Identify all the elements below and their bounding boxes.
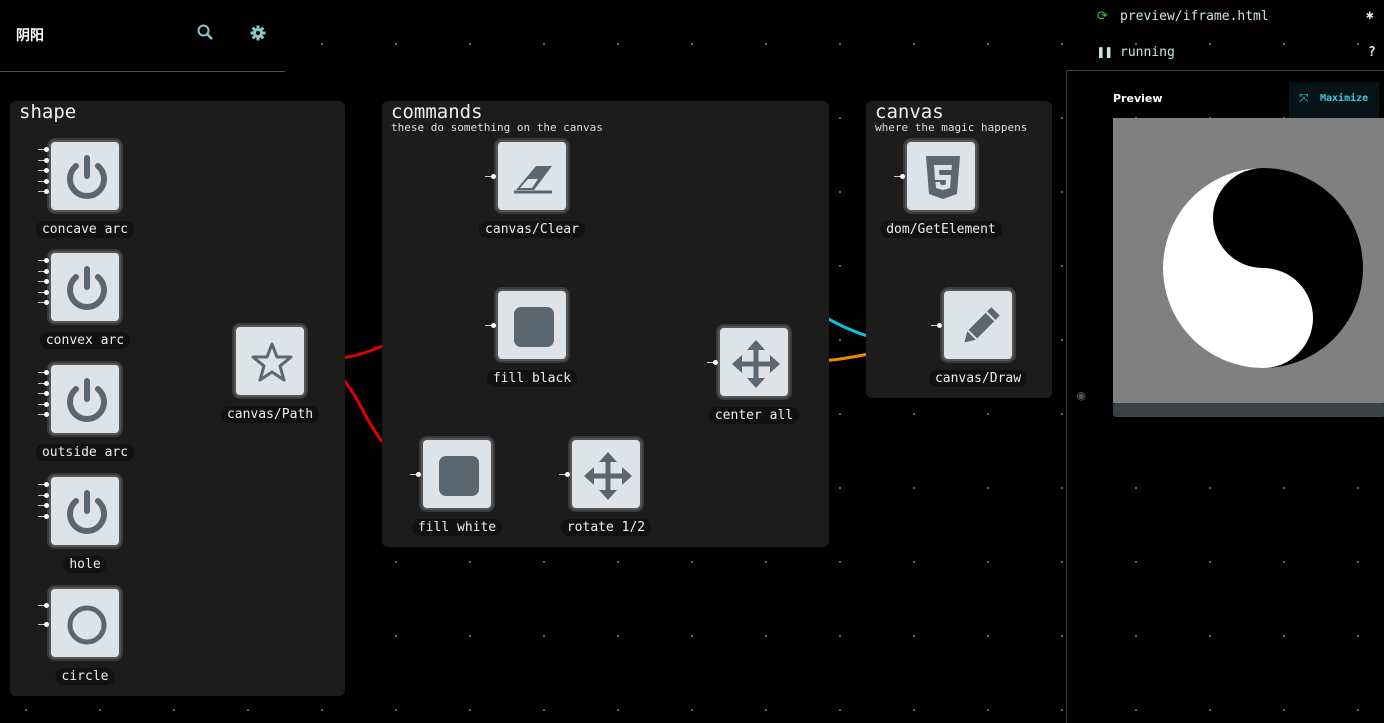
- node-label: concave arc: [35, 221, 135, 238]
- node-getel[interactable]: [905, 140, 977, 212]
- preview-frame: [1113, 118, 1384, 403]
- input-port[interactable]: [565, 472, 570, 477]
- preview-panel: Preview ⤧ Maximize ◉: [1066, 70, 1384, 723]
- node-label: fill white: [411, 519, 503, 536]
- yin-yang-image: [1163, 168, 1363, 368]
- input-port[interactable]: [491, 174, 496, 179]
- input-port[interactable]: [937, 323, 942, 328]
- input-port[interactable]: [44, 622, 49, 627]
- node-draw[interactable]: [942, 289, 1014, 361]
- top-bar: 阴阳: [0, 0, 285, 72]
- node-label: convex arc: [39, 332, 131, 349]
- group-subtitle: these do something on the canvas: [391, 121, 603, 134]
- node-outside[interactable]: [49, 363, 121, 435]
- input-port[interactable]: [44, 147, 49, 152]
- group-title: shape: [19, 101, 77, 123]
- node-label: rotate 1/2: [560, 519, 652, 536]
- input-port[interactable]: [44, 300, 49, 305]
- input-port[interactable]: [44, 370, 49, 375]
- search-icon[interactable]: [197, 24, 213, 44]
- node-label: center all: [708, 407, 800, 424]
- group-subtitle: where the magic happens: [875, 121, 1028, 134]
- pause-icon[interactable]: ❚❚: [1097, 45, 1113, 60]
- node-fillblack[interactable]: [496, 289, 568, 361]
- input-port[interactable]: [44, 513, 49, 519]
- input-port[interactable]: [44, 178, 49, 184]
- run-status: running: [1120, 45, 1175, 60]
- node-label: hole: [63, 556, 107, 573]
- input-port[interactable]: [900, 174, 905, 179]
- maximize-button[interactable]: ⤧ Maximize: [1289, 82, 1379, 118]
- node-center[interactable]: [718, 326, 790, 398]
- eye-icon[interactable]: ◉: [1077, 388, 1085, 404]
- input-port[interactable]: [416, 472, 421, 477]
- input-port[interactable]: [44, 168, 49, 173]
- node-label: canvas/Clear: [479, 221, 585, 238]
- maximize-label: Maximize: [1320, 93, 1369, 104]
- input-port[interactable]: [713, 360, 718, 365]
- node-label: canvas/Path: [220, 406, 320, 423]
- node-label: canvas/Draw: [928, 370, 1028, 387]
- refresh-icon[interactable]: ⟳: [1097, 9, 1108, 24]
- bug-icon[interactable]: ✱: [1366, 8, 1374, 23]
- node-rotate[interactable]: [570, 438, 642, 510]
- input-port[interactable]: [44, 482, 49, 487]
- node-convex[interactable]: [49, 251, 121, 323]
- input-port[interactable]: [44, 268, 49, 274]
- input-port[interactable]: [44, 503, 49, 508]
- input-port[interactable]: [44, 401, 49, 407]
- input-port[interactable]: [44, 279, 49, 284]
- input-port[interactable]: [491, 323, 496, 328]
- input-port[interactable]: [44, 157, 49, 163]
- node-label: outside arc: [35, 444, 135, 461]
- node-clear[interactable]: [496, 140, 568, 212]
- input-port[interactable]: [44, 492, 49, 498]
- group-title: canvas: [875, 101, 944, 123]
- preview-scrollbar[interactable]: [1113, 403, 1384, 417]
- node-label: fill black: [486, 370, 578, 387]
- node-hole[interactable]: [49, 475, 121, 547]
- input-port[interactable]: [44, 380, 49, 386]
- input-port[interactable]: [44, 603, 49, 608]
- node-concave[interactable]: [49, 140, 121, 212]
- node-fillwhite[interactable]: [421, 438, 493, 510]
- input-port[interactable]: [44, 189, 49, 194]
- help-button[interactable]: ?: [1368, 45, 1376, 60]
- node-circle[interactable]: [49, 587, 121, 659]
- node-path[interactable]: [234, 325, 306, 397]
- maximize-icon: ⤧: [1299, 91, 1309, 105]
- input-port[interactable]: [44, 289, 49, 295]
- file-name: preview/iframe.html: [1120, 9, 1269, 24]
- input-port[interactable]: [44, 412, 49, 417]
- node-label: circle: [55, 668, 115, 685]
- gear-icon[interactable]: [250, 25, 266, 45]
- preview-title: Preview: [1113, 92, 1163, 105]
- input-port[interactable]: [44, 391, 49, 396]
- input-port[interactable]: [44, 258, 49, 263]
- app-title: 阴阳: [16, 28, 44, 44]
- group-title: commands: [391, 101, 483, 123]
- node-label: dom/GetElement: [880, 221, 1002, 238]
